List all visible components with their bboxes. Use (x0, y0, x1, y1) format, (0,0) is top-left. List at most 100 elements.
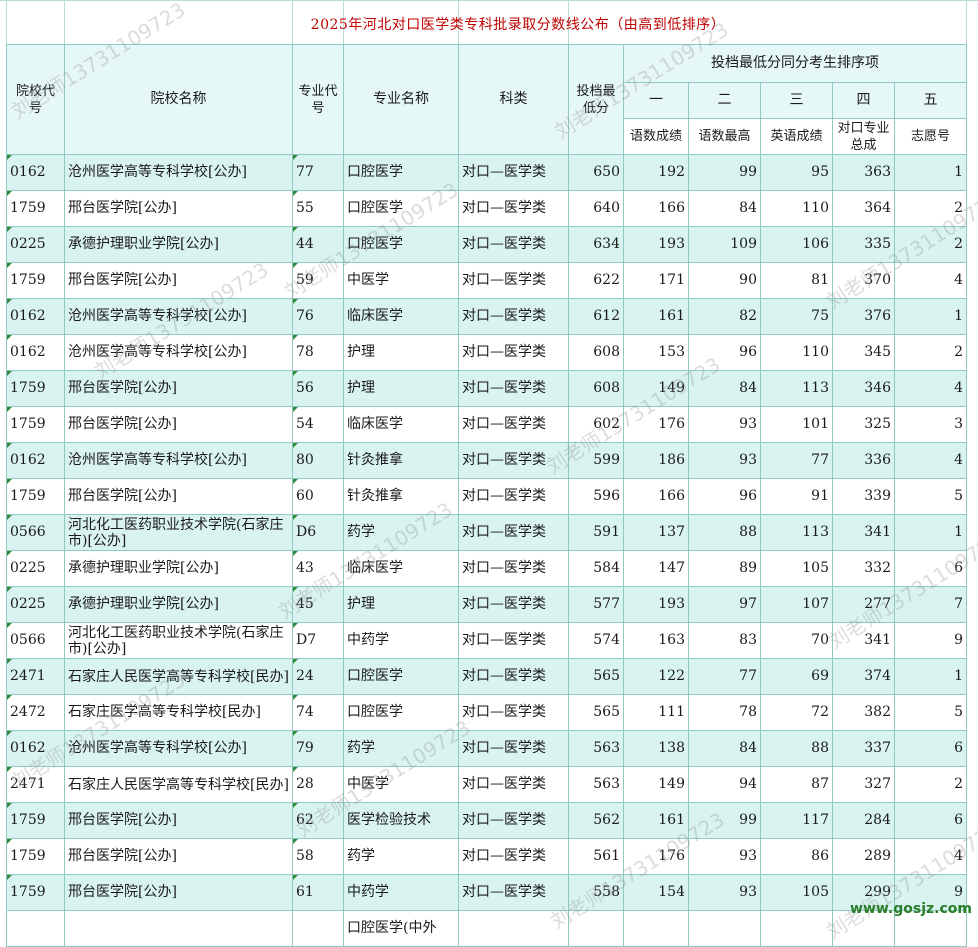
table-row: 1759 邢台医学院[公办] 62 医学检验技术 对口—医学类 562 161 99 117 28… (6, 802, 967, 839)
cell-school-name: 邢台医学院[公办] (64, 406, 293, 443)
cell-order-2: 82 (688, 298, 761, 335)
cell-school-code: 1759 (6, 802, 65, 839)
header-school-code: 院校代号 (6, 44, 65, 155)
cell-subject: 对口—医学类 (458, 766, 569, 803)
cell-order-1: 138 (623, 730, 689, 767)
cell-order-1: 137 (623, 514, 689, 551)
cell-order-1: 122 (623, 658, 689, 695)
cell-min-score: 612 (568, 298, 624, 335)
cell-min-score: 608 (568, 370, 624, 407)
cell-min-score: 634 (568, 226, 624, 263)
cell-major-code: 59 (292, 262, 344, 299)
cell-order-1: 147 (623, 550, 689, 587)
cell-major-name: 口腔医学 (343, 226, 459, 263)
cell-order-1: 111 (623, 694, 689, 731)
cell-major-code: 76 (292, 298, 344, 335)
cell-min-score: 574 (568, 622, 624, 659)
cell-school-code: 0566 (6, 622, 65, 659)
cell-order-4: 277 (832, 586, 895, 623)
cell-school-name: 邢台医学院[公办] (64, 838, 293, 875)
table-row: 0225 承德护理职业学院[公办] 43 临床医学 对口—医学类 584 147 89 105 3… (6, 550, 967, 587)
cell-subject: 对口—医学类 (458, 550, 569, 587)
cell-major-code: 78 (292, 334, 344, 371)
cell-school-code: 0225 (6, 586, 65, 623)
cell-major-code: 79 (292, 730, 344, 767)
header-subject: 科类 (458, 44, 569, 155)
cell-school-code: 0162 (6, 154, 65, 191)
header-item-4: 对口专业总成 (832, 118, 895, 155)
cell-major-code: 62 (292, 802, 344, 839)
table-row: 1759 邢台医学院[公办] 59 中医学 对口—医学类 622 171 90 81 370 4 (6, 262, 967, 299)
cell-subject: 对口—医学类 (458, 658, 569, 695)
cell-min-score: 563 (568, 730, 624, 767)
header-order-3: 三 (760, 82, 833, 119)
cell-school-name (64, 910, 293, 947)
cell-order-4: 341 (832, 622, 895, 659)
cell-order-3: 86 (760, 838, 833, 875)
cell-order-2: 84 (688, 730, 761, 767)
cell-school-name: 邢台医学院[公办] (64, 478, 293, 515)
cell-major-name: 口腔医学 (343, 694, 459, 731)
spreadsheet-canvas: 2025年河北对口医学类专科批录取分数线公布（由高到低排序） 院校代号 院校名称… (0, 0, 978, 947)
cell-subject: 对口—医学类 (458, 802, 569, 839)
cell-order-1: 176 (623, 838, 689, 875)
cell-major-code: D6 (292, 514, 344, 551)
header-min-score: 投档最低分 (568, 44, 624, 155)
cell-subject: 对口—医学类 (458, 406, 569, 443)
gridline (0, 0, 978, 1)
cell-school-name: 沧州医学高等专科学校[公办] (64, 442, 293, 479)
cell-order-5: 4 (894, 442, 967, 479)
cell-major-name: 中医学 (343, 766, 459, 803)
cell-school-code: 1759 (6, 406, 65, 443)
table-row: 2472 石家庄医学高等专科学校[民办] 74 口腔医学 对口—医学类 565 111 78 7… (6, 694, 967, 731)
cell-school-name: 邢台医学院[公办] (64, 190, 293, 227)
cell-min-score: 584 (568, 550, 624, 587)
cell-order-2: 93 (688, 838, 761, 875)
cell-order-1: 171 (623, 262, 689, 299)
cell-order-5: 6 (894, 550, 967, 587)
cell-min-score: 591 (568, 514, 624, 551)
cell-order-5: 2 (894, 766, 967, 803)
cell-order-3: 101 (760, 406, 833, 443)
header-order-4: 四 (832, 82, 895, 119)
cell-major-name: 药学 (343, 514, 459, 551)
table-row: 0566 河北化工医药职业技术学院(石家庄市)[公办] D6 药学 对口—医学类 591 1… (6, 514, 967, 551)
cell-school-name: 石家庄人民医学高等专科学校[民办] (64, 766, 293, 803)
cell-min-score: 565 (568, 658, 624, 695)
header-major-name: 专业名称 (343, 44, 459, 155)
cell-major-name: 中医学 (343, 262, 459, 299)
cell-min-score: 640 (568, 190, 624, 227)
cell-order-2 (688, 910, 761, 947)
cell-min-score (568, 910, 624, 947)
cell-order-5: 3 (894, 406, 967, 443)
cell-order-1: 154 (623, 874, 689, 911)
cell-subject: 对口—医学类 (458, 226, 569, 263)
cell-order-1: 153 (623, 334, 689, 371)
cell-order-1: 192 (623, 154, 689, 191)
table-row: 0566 河北化工医药职业技术学院(石家庄市)[公办] D7 中药学 对口—医学类 574… (6, 622, 967, 659)
cell-order-4: 289 (832, 838, 895, 875)
header-order-5: 五 (894, 82, 967, 119)
cell-major-name: 口腔医学 (343, 658, 459, 695)
cell-school-name: 邢台医学院[公办] (64, 370, 293, 407)
cell-order-5: 5 (894, 694, 967, 731)
cell-order-3: 110 (760, 334, 833, 371)
cell-order-4: 376 (832, 298, 895, 335)
cell-order-2: 84 (688, 190, 761, 227)
header-order-2: 二 (688, 82, 761, 119)
cell-major-code: 43 (292, 550, 344, 587)
cell-order-5: 2 (894, 226, 967, 263)
cell-min-score: 602 (568, 406, 624, 443)
cell-order-2: 94 (688, 766, 761, 803)
cell-order-4: 364 (832, 190, 895, 227)
table-row: 0162 沧州医学高等专科学校[公办] 79 药学 对口—医学类 563 138 84 88 33… (6, 730, 967, 767)
cell-min-score: 563 (568, 766, 624, 803)
cell-major-code: 54 (292, 406, 344, 443)
cell-order-5: 2 (894, 190, 967, 227)
cell-order-1: 186 (623, 442, 689, 479)
cell-major-name: 中药学 (343, 622, 459, 659)
cell-order-4: 335 (832, 226, 895, 263)
cell-school-code: 0162 (6, 334, 65, 371)
cell-major-name: 临床医学 (343, 298, 459, 335)
cell-order-3: 75 (760, 298, 833, 335)
